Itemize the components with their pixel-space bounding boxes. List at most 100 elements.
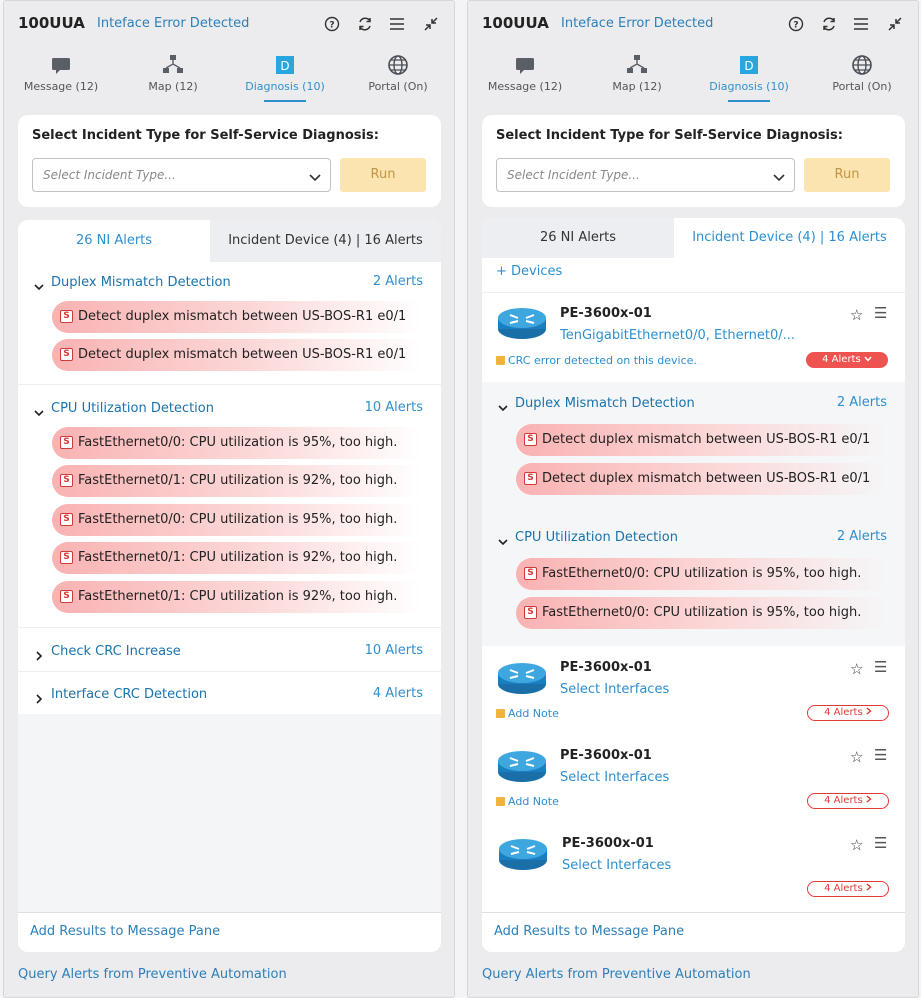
run-button[interactable]: Run — [804, 158, 890, 192]
chevron-down-icon — [34, 277, 44, 291]
alert-item[interactable]: S FastEthernet0/0: CPU utilization is 95%… — [52, 504, 422, 536]
alert-text: FastEthernet0/1: CPU utilization is 92%,… — [78, 589, 398, 604]
tab-diagnosis[interactable]: D Diagnosis (10) — [694, 51, 804, 102]
chevron-right-icon — [866, 795, 872, 803]
select-interfaces-link[interactable]: Select Interfaces — [560, 770, 669, 785]
tab-ni-alerts[interactable]: 26 NI Alerts — [18, 220, 210, 262]
empty-area — [18, 714, 441, 912]
device-item[interactable]: PE-3600x-01 Select Interfaces ☆ ☰ Add No… — [482, 734, 905, 822]
menu-icon[interactable]: ☰ — [874, 746, 887, 764]
severity-badge: S — [60, 348, 73, 361]
alert-text: Detect duplex mismatch between US-BOS-R1… — [78, 347, 407, 362]
alerts-badge[interactable]: 4 Alerts — [806, 352, 888, 368]
alerts-badge[interactable]: 4 Alerts — [807, 793, 889, 809]
tab-map[interactable]: Map (12) — [118, 51, 228, 101]
add-note-link[interactable]: Add Note — [496, 795, 559, 808]
device-interfaces-link[interactable]: TenGigabitEthernet0/0, Ethernet0/... — [560, 328, 795, 343]
tab-ni-alerts[interactable]: 26 NI Alerts — [482, 218, 674, 258]
chevron-down-icon — [498, 532, 508, 546]
alert-tabs: 26 NI Alerts Incident Device (4) | 16 Al… — [482, 218, 905, 258]
tab-portal[interactable]: Portal (On) — [343, 51, 453, 101]
star-icon[interactable]: ☆ — [850, 836, 863, 854]
alerts-badge-label: 4 Alerts — [822, 354, 861, 365]
incident-type-select[interactable]: Select Incident Type... — [496, 158, 795, 192]
refresh-icon[interactable] — [818, 13, 840, 35]
menu-icon[interactable]: ☰ — [874, 834, 887, 852]
add-devices-link[interactable]: + Devices — [496, 264, 562, 279]
alerts-badge[interactable]: 4 Alerts — [807, 705, 889, 721]
chevron-down-icon — [772, 169, 786, 183]
menu-icon[interactable] — [850, 13, 872, 35]
star-icon[interactable]: ☆ — [850, 660, 863, 678]
chevron-right-icon — [34, 646, 44, 661]
run-button[interactable]: Run — [340, 158, 426, 192]
group-cpu-utilization[interactable]: CPU Utilization Detection 10 Alerts — [18, 397, 441, 423]
diagnosis-icon: D — [274, 54, 296, 76]
collapse-icon[interactable] — [420, 13, 442, 35]
note-icon — [496, 709, 505, 718]
tab-map[interactable]: Map (12) — [582, 51, 692, 101]
alerts-badge[interactable]: 4 Alerts — [807, 881, 889, 897]
alert-tabs: 26 NI Alerts Incident Device (4) | 16 Al… — [18, 220, 441, 262]
group-duplex-mismatch[interactable]: Duplex Mismatch Detection 2 Alerts — [18, 271, 441, 297]
alert-item[interactable]: S FastEthernet0/1: CPU utilization is 92%… — [52, 581, 422, 613]
add-results-link[interactable]: Add Results to Message Pane — [494, 924, 684, 939]
tab-portal-label: Portal (On) — [832, 80, 892, 93]
query-alerts-link[interactable]: Query Alerts from Preventive Automation — [482, 967, 751, 982]
message-icon — [514, 54, 536, 76]
select-interfaces-link[interactable]: Select Interfaces — [560, 682, 669, 697]
device-item[interactable]: PE-3600x-01 Select Interfaces ☆ ☰ 4 Aler… — [482, 822, 905, 910]
alert-item[interactable]: S Detect duplex mismatch between US-BOS-R… — [516, 463, 886, 495]
group-name: Duplex Mismatch Detection — [51, 275, 231, 290]
add-results-link[interactable]: Add Results to Message Pane — [30, 924, 220, 939]
tab-map-label: Map (12) — [612, 80, 662, 93]
alert-item[interactable]: S Detect duplex mismatch between US-BOS-R… — [52, 339, 422, 371]
divider — [18, 627, 441, 628]
group-check-crc[interactable]: Check CRC Increase 10 Alerts — [18, 640, 441, 666]
alert-item[interactable]: S FastEthernet0/0: CPU utilization is 95%… — [516, 558, 886, 590]
tab-diagnosis[interactable]: D Diagnosis (10) — [230, 51, 340, 102]
refresh-icon[interactable] — [354, 13, 376, 35]
group-count: 2 Alerts — [372, 274, 423, 289]
device-item[interactable]: PE-3600x-01 TenGigabitEthernet0/0, Ether… — [482, 292, 905, 382]
tab-incident-device[interactable]: Incident Device (4) | 16 Alerts — [210, 220, 441, 262]
tab-portal-label: Portal (On) — [368, 80, 428, 93]
tab-incident-device[interactable]: Incident Device (4) | 16 Alerts — [674, 218, 905, 258]
add-note-link[interactable]: Add Note — [496, 707, 559, 720]
panel-header: 100UUA Inteface Error Detected ? — [482, 13, 918, 35]
alert-item[interactable]: S Detect duplex mismatch between US-BOS-R… — [516, 424, 886, 456]
collapse-icon[interactable] — [884, 13, 906, 35]
group-cpu-utilization[interactable]: CPU Utilization Detection 2 Alerts — [482, 526, 905, 552]
menu-icon[interactable]: ☰ — [874, 658, 887, 676]
tab-portal[interactable]: Portal (On) — [807, 51, 917, 101]
select-interfaces-link[interactable]: Select Interfaces — [562, 858, 671, 873]
alert-item[interactable]: S FastEthernet0/1: CPU utilization is 92%… — [52, 465, 422, 497]
alert-text: Detect duplex mismatch between US-BOS-R1… — [542, 432, 871, 447]
svg-text:?: ? — [793, 21, 798, 31]
star-icon[interactable]: ☆ — [850, 306, 863, 324]
select-placeholder: Select Incident Type... — [43, 168, 176, 182]
query-alerts-link[interactable]: Query Alerts from Preventive Automation — [18, 967, 287, 982]
group-duplex-mismatch[interactable]: Duplex Mismatch Detection 2 Alerts — [482, 392, 905, 418]
star-icon[interactable]: ☆ — [850, 748, 863, 766]
incident-type-select[interactable]: Select Incident Type... — [32, 158, 331, 192]
tab-message[interactable]: Message (12) — [6, 51, 116, 101]
alert-item[interactable]: S FastEthernet0/1: CPU utilization is 92%… — [52, 542, 422, 574]
app-title: 100UUA — [482, 14, 549, 32]
device-item[interactable]: PE-3600x-01 Select Interfaces ☆ ☰ Add No… — [482, 646, 905, 734]
severity-badge: S — [524, 433, 537, 446]
alert-text: FastEthernet0/1: CPU utilization is 92%,… — [78, 550, 398, 565]
tab-message[interactable]: Message (12) — [470, 51, 580, 101]
help-icon[interactable]: ? — [321, 13, 343, 35]
group-interface-crc[interactable]: Interface CRC Detection 4 Alerts — [18, 683, 441, 709]
group-name: Check CRC Increase — [51, 644, 181, 659]
nav-tabs: Message (12) Map (12) D Diagnosis (10) P… — [468, 51, 920, 111]
alert-item[interactable]: S FastEthernet0/0: CPU utilization is 95%… — [516, 597, 886, 629]
menu-icon[interactable] — [386, 13, 408, 35]
message-icon — [50, 54, 72, 76]
severity-badge: S — [524, 567, 537, 580]
help-icon[interactable]: ? — [785, 13, 807, 35]
alert-item[interactable]: S FastEthernet0/0: CPU utilization is 95%… — [52, 427, 422, 459]
menu-icon[interactable]: ☰ — [874, 304, 887, 322]
alert-item[interactable]: S Detect duplex mismatch between US-BOS-R… — [52, 301, 422, 333]
